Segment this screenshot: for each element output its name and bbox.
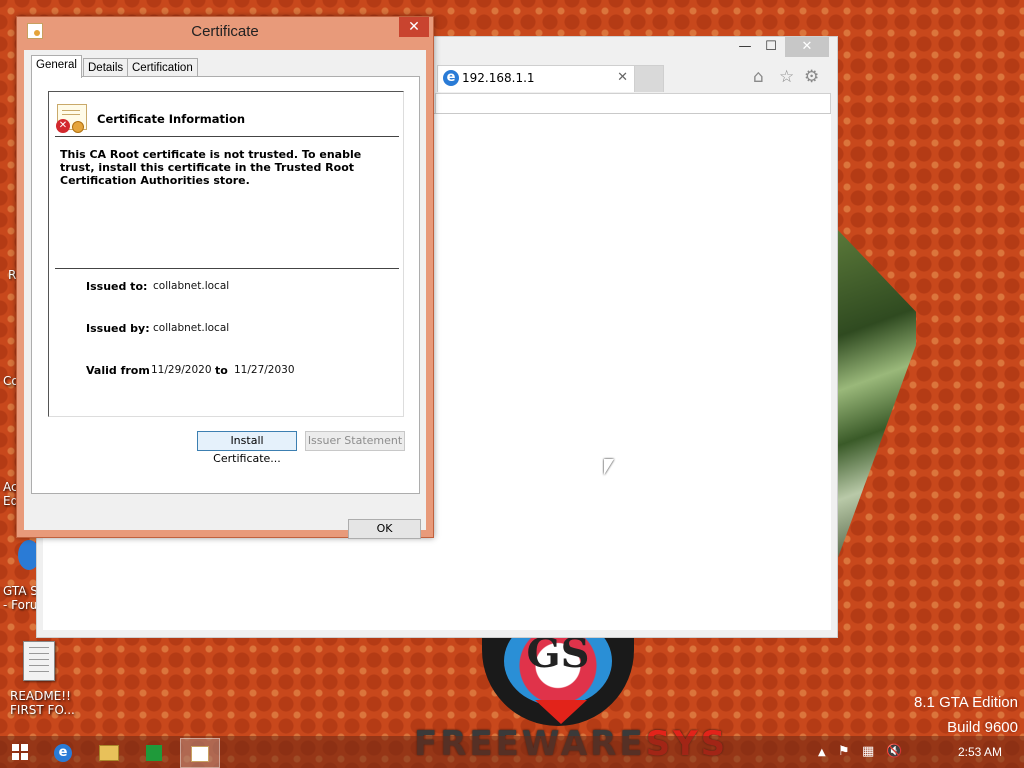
home-icon[interactable]: ⌂ xyxy=(753,67,764,87)
taskbar: e ▲ ⚑ ▦ 🔇 2:53 AM xyxy=(0,736,1024,768)
issued-to-value: collabnet.local xyxy=(153,280,230,292)
browser-toolbar-strip xyxy=(435,93,831,115)
issued-by-value: collabnet.local xyxy=(153,322,230,334)
browser-tab[interactable]: e 192.168.1.1 ✕ xyxy=(437,65,635,92)
favorites-star-icon[interactable]: ☆ xyxy=(779,67,794,87)
desktop-icon-label[interactable]: README!! FIRST FO... xyxy=(10,689,75,717)
certificate-error-icon: ✕ xyxy=(56,104,87,133)
minimize-button[interactable]: — xyxy=(731,37,759,57)
windows-build-text: Build 9600 xyxy=(947,719,1018,736)
settings-gear-icon[interactable]: ⚙ xyxy=(804,67,819,87)
issued-to-label: Issued to: xyxy=(86,280,148,293)
valid-from-label: Valid from xyxy=(86,364,150,377)
tab-close-icon[interactable]: ✕ xyxy=(617,70,628,85)
internet-explorer-taskbar-icon[interactable]: e xyxy=(44,738,82,766)
store-taskbar-icon[interactable] xyxy=(135,738,173,766)
file-explorer-taskbar-icon[interactable] xyxy=(90,738,128,766)
tab-general[interactable]: General xyxy=(31,55,82,78)
tab-details[interactable]: Details xyxy=(83,58,129,77)
show-hidden-icons-chevron-icon[interactable]: ▲ xyxy=(818,747,826,758)
certificate-taskbar-icon[interactable] xyxy=(180,738,220,768)
general-tab-panel: ✕ Certificate Information This CA Root c… xyxy=(31,76,420,494)
install-certificate-button[interactable]: Install Certificate... xyxy=(197,431,297,465)
browser-close-button[interactable]: ✕ xyxy=(785,37,829,57)
browser-tab-title: 192.168.1.1 xyxy=(462,71,535,85)
dialog-close-button[interactable]: ✕ xyxy=(399,17,429,37)
divider xyxy=(55,268,399,269)
dialog-body: General Details Certification Path ✕ Cer… xyxy=(24,50,426,539)
divider xyxy=(55,136,399,137)
trust-warning-text: This CA Root certificate is not trusted.… xyxy=(60,148,362,187)
issuer-statement-button: Issuer Statement xyxy=(305,431,405,451)
network-icon[interactable]: ▦ xyxy=(862,744,874,759)
ok-button[interactable]: OK xyxy=(348,519,421,539)
start-button[interactable] xyxy=(12,744,28,760)
background-photo-wedge xyxy=(836,228,916,563)
valid-from-value: 11/29/2020 xyxy=(151,364,212,376)
dialog-title: Certificate xyxy=(191,23,259,40)
new-tab-button[interactable] xyxy=(634,65,664,92)
maximize-button[interactable]: ☐ xyxy=(759,37,783,57)
action-center-flag-icon[interactable]: ⚑ xyxy=(838,744,850,759)
desktop-icon-label[interactable]: GTA S - Foru xyxy=(3,584,38,612)
taskbar-clock[interactable]: 2:53 AM xyxy=(958,745,1002,759)
mouse-cursor xyxy=(604,459,614,475)
wallpaper-logo-arrow xyxy=(535,700,587,724)
certificate-info-heading: Certificate Information xyxy=(97,112,246,126)
windows-edition-text: 8.1 GTA Edition xyxy=(914,694,1018,711)
certificate-dialog: Certificate ✕ General Details Certificat… xyxy=(16,16,434,539)
valid-to-label: to xyxy=(215,364,228,377)
volume-muted-icon[interactable]: 🔇 xyxy=(886,744,902,759)
issued-by-label: Issued by: xyxy=(86,322,150,335)
ie-favicon-icon: e xyxy=(443,70,459,86)
valid-to-value: 11/27/2030 xyxy=(234,364,295,376)
certificate-info-box: ✕ Certificate Information This CA Root c… xyxy=(48,91,404,417)
tab-certification-path[interactable]: Certification Path xyxy=(127,58,198,92)
text-document-icon[interactable] xyxy=(23,641,55,681)
